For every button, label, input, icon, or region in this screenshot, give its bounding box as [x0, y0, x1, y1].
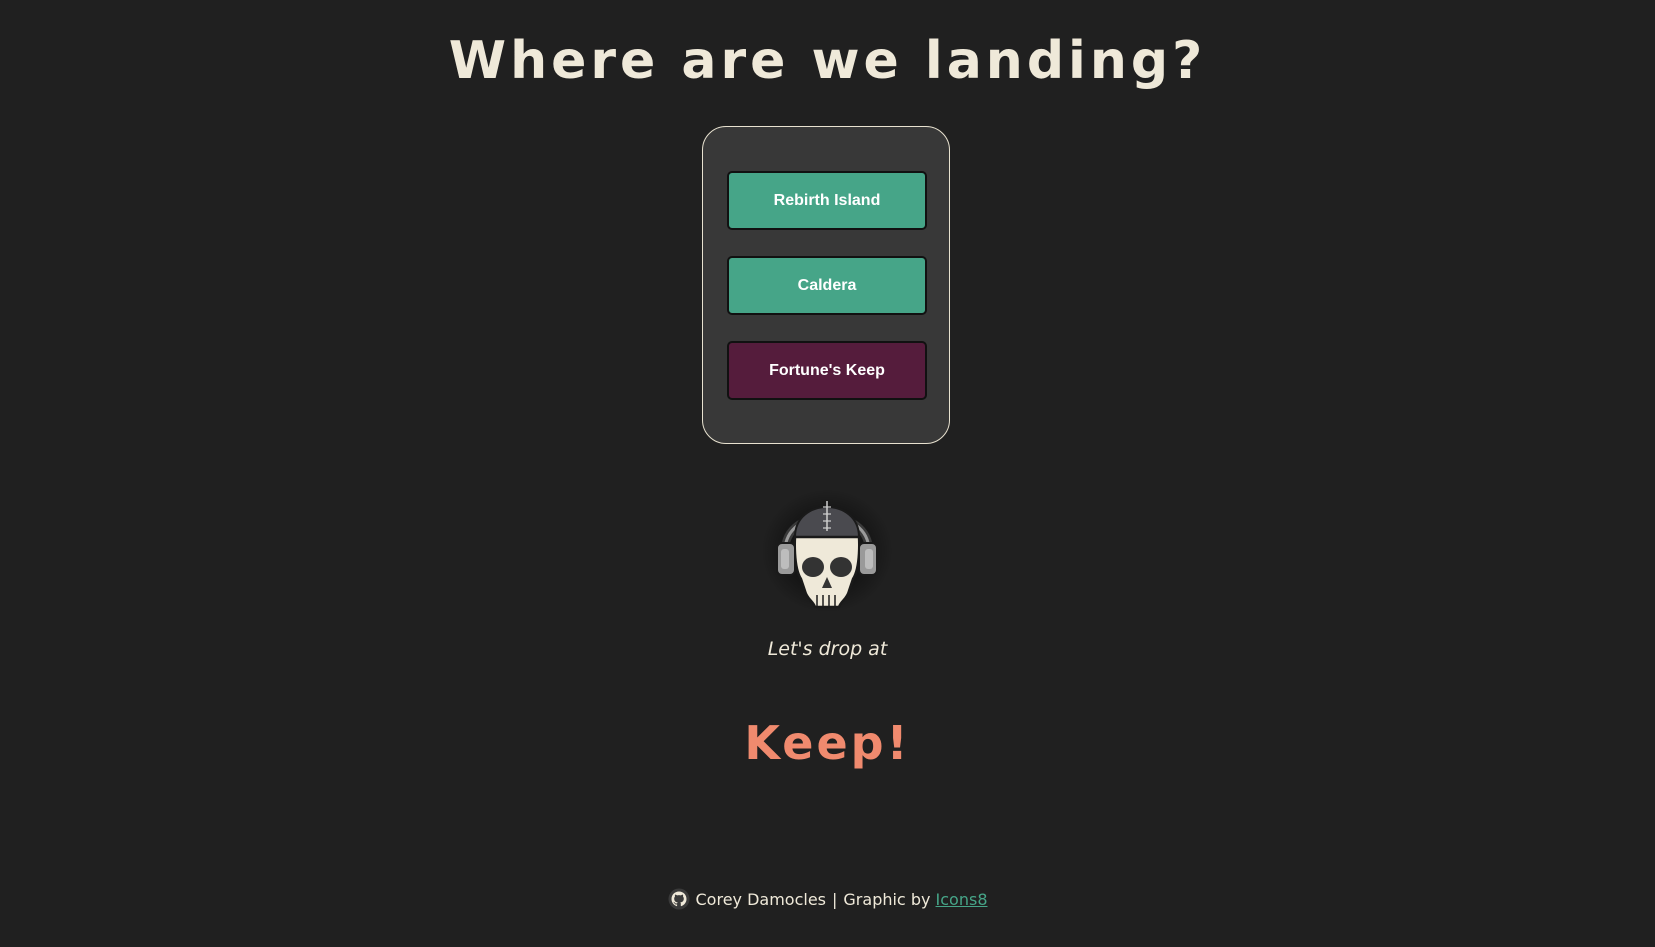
footer-separator: | — [832, 889, 838, 909]
icons8-link[interactable]: Icons8 — [936, 890, 988, 909]
result-text: Keep! — [744, 716, 911, 770]
map-selection-panel: Rebirth Island Caldera Fortune's Keep — [702, 126, 950, 444]
page-title: Where are we landing? — [448, 31, 1207, 91]
page: Where are we landing? Rebirth Island Cal… — [0, 0, 1655, 947]
drop-prefix-text: Let's drop at — [767, 638, 888, 660]
footer-credit-text: Graphic by — [843, 889, 931, 909]
caldera-button[interactable]: Caldera — [727, 256, 927, 315]
footer: Corey Damocles | Graphic by Icons8 — [0, 888, 1655, 910]
fortunes-keep-button[interactable]: Fortune's Keep — [727, 341, 927, 400]
rebirth-island-button[interactable]: Rebirth Island — [727, 171, 927, 230]
footer-author: Corey Damocles — [695, 889, 827, 909]
github-icon[interactable] — [668, 888, 690, 910]
skull-headphones-icon — [757, 487, 897, 615]
